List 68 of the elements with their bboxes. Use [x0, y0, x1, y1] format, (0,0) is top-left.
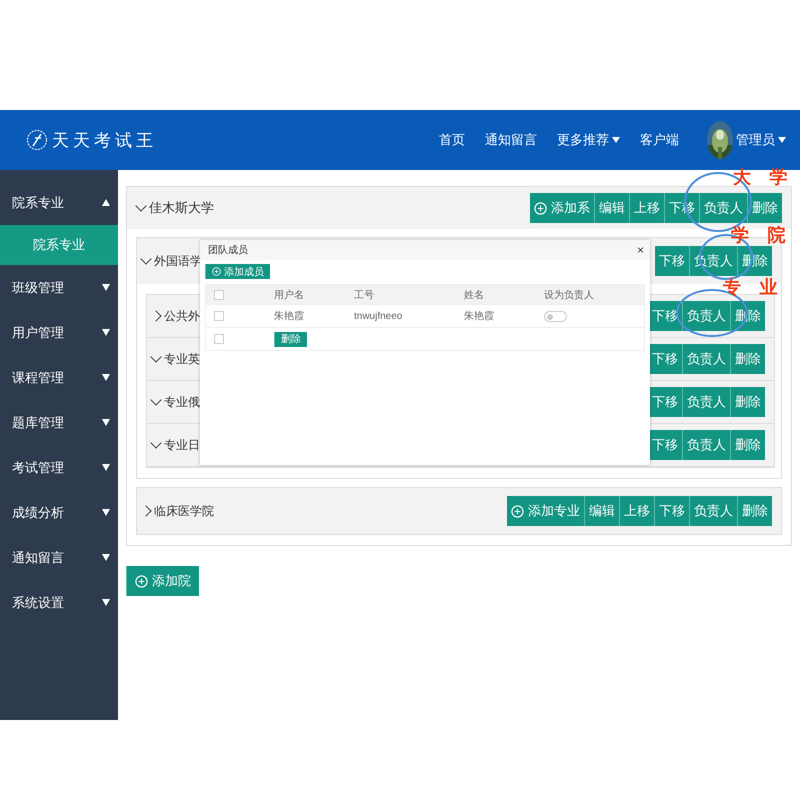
- plus-circle-icon: [534, 202, 547, 214]
- action-button[interactable]: 编辑: [584, 496, 619, 526]
- sidebar-item[interactable]: 课程管理: [0, 355, 118, 400]
- plus-circle-icon: [212, 267, 221, 276]
- nav-link[interactable]: 首页: [439, 131, 465, 149]
- column-header: 设为负责人: [544, 288, 595, 302]
- plus-circle-icon: [135, 574, 148, 588]
- action-button[interactable]: 删除: [747, 193, 782, 223]
- add-button[interactable]: 添加系: [530, 193, 594, 223]
- action-button[interactable]: 上移: [619, 496, 654, 526]
- nav-link[interactable]: 客户端: [640, 131, 679, 149]
- action-button[interactable]: 负责人: [689, 496, 737, 526]
- action-button[interactable]: 负责人: [682, 430, 730, 460]
- delete-button[interactable]: 删除: [274, 332, 307, 346]
- action-button[interactable]: 下移: [655, 246, 689, 276]
- nav-link[interactable]: 更多推荐: [557, 131, 620, 149]
- checkbox[interactable]: [214, 290, 224, 300]
- sidebar-subitem[interactable]: 院系专业: [0, 225, 118, 265]
- action-button[interactable]: 下移: [648, 301, 682, 331]
- action-button[interactable]: 负责人: [682, 301, 730, 331]
- sidebar-item[interactable]: 系统设置: [0, 580, 118, 625]
- action-button[interactable]: 下移: [648, 430, 682, 460]
- sidebar-item[interactable]: 成绩分析: [0, 490, 118, 535]
- action-button[interactable]: 删除: [737, 496, 772, 526]
- sidebar-item[interactable]: 题库管理: [0, 400, 118, 445]
- user-menu[interactable]: 管理员: [699, 121, 786, 159]
- action-button[interactable]: 下移: [654, 496, 689, 526]
- action-button[interactable]: 下移: [648, 387, 682, 417]
- table-cell-text: 朱艳霞: [464, 310, 495, 323]
- action-button[interactable]: 上移: [629, 193, 664, 223]
- add-college-button[interactable]: 添加院: [126, 566, 199, 596]
- node-label: 临床医学院: [154, 502, 214, 520]
- node-label: 专业英: [164, 350, 200, 368]
- action-button[interactable]: 下移: [648, 344, 682, 374]
- plus-circle-icon: [511, 504, 524, 518]
- logo-text: 天天考试王: [52, 130, 157, 152]
- toggle-switch[interactable]: [544, 310, 567, 322]
- action-button[interactable]: 删除: [730, 387, 765, 417]
- close-button[interactable]: ×: [636, 243, 644, 257]
- action-button[interactable]: 编辑: [594, 193, 629, 223]
- table-cell-text: tnwujfneeo: [354, 310, 404, 322]
- action-button[interactable]: 负责人: [682, 387, 730, 417]
- nav-link[interactable]: 通知留言: [485, 131, 537, 149]
- sidebar-item[interactable]: 用户管理: [0, 310, 118, 355]
- checkbox[interactable]: [214, 334, 224, 344]
- handwritten-note: 大 学: [733, 168, 794, 188]
- checkbox[interactable]: [214, 311, 224, 321]
- action-button[interactable]: 负责人: [682, 344, 730, 374]
- add-member-button[interactable]: 添加成员: [205, 264, 270, 279]
- column-header: 姓名: [464, 288, 485, 302]
- sidebar-item[interactable]: 班级管理: [0, 265, 118, 310]
- sidebar-item[interactable]: 院系专业: [0, 180, 118, 225]
- node-label: 专业俄: [164, 394, 200, 410]
- action-button[interactable]: 负责人: [699, 193, 747, 223]
- node-label: 公共外: [164, 308, 200, 324]
- action-button[interactable]: 删除: [730, 430, 765, 460]
- handwritten-note: 专 业: [723, 278, 784, 298]
- action-button[interactable]: 删除: [730, 344, 765, 374]
- table-cell-text: 朱艳霞: [274, 310, 305, 323]
- column-header: 用户名: [274, 288, 305, 302]
- logo-icon: [26, 129, 48, 151]
- add-button[interactable]: 添加专业: [507, 496, 584, 526]
- node-label: 专业日: [164, 436, 200, 454]
- dialog-title: 团队成员: [208, 244, 248, 257]
- node-label: 佳木斯大学: [149, 199, 214, 217]
- sidebar-item[interactable]: 通知留言: [0, 535, 118, 580]
- sidebar-item[interactable]: 考试管理: [0, 445, 118, 490]
- column-header: 工号: [354, 288, 375, 302]
